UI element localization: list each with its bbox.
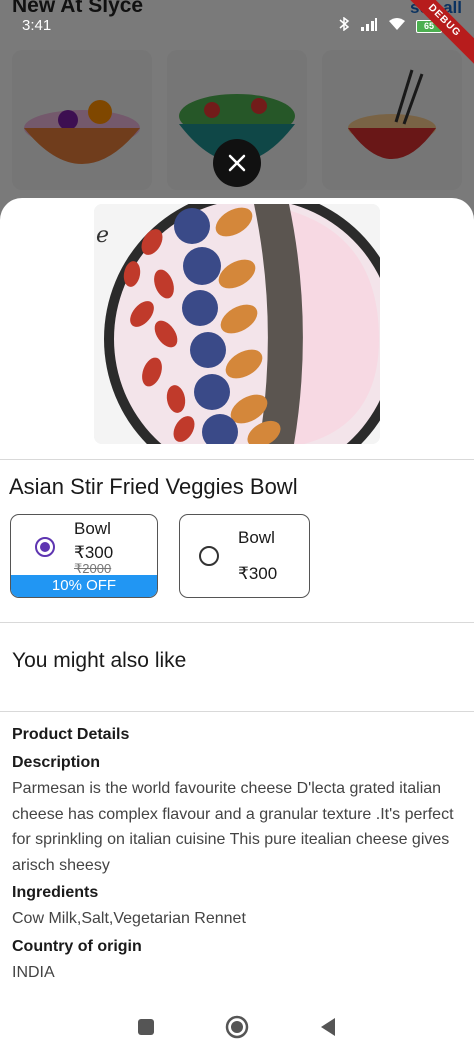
divider xyxy=(0,711,474,712)
recent-apps-icon xyxy=(137,1018,154,1035)
status-bar: 3:41 65 xyxy=(0,0,474,38)
debug-banner: DEBUG xyxy=(404,0,474,70)
ingredients-label: Ingredients xyxy=(12,884,99,901)
variant-price: ₹300 xyxy=(238,564,278,583)
back-icon xyxy=(321,1017,336,1036)
ingredients-text: Cow Milk,Salt,Vegetarian Rennet xyxy=(12,910,246,927)
variant-option-selected[interactable]: Bowl ₹300 ₹2000 10% OFF xyxy=(10,514,158,598)
close-button[interactable] xyxy=(213,139,261,187)
debug-label: DEBUG xyxy=(404,0,474,70)
close-icon xyxy=(228,154,246,172)
product-sheet: e Asian Stir Fried Veggies Bowl Bowl ₹30… xyxy=(0,198,474,1053)
home-button[interactable] xyxy=(225,1015,249,1039)
product-image: e xyxy=(94,204,380,444)
status-time: 3:41 xyxy=(22,17,52,34)
divider xyxy=(0,622,474,623)
back-button[interactable] xyxy=(316,1015,340,1039)
description-text: Parmesan is the world favourite cheese D… xyxy=(12,780,454,874)
also-like-heading: You might also like xyxy=(12,649,187,672)
details-heading: Product Details xyxy=(12,726,130,743)
product-title: Asian Stir Fried Veggies Bowl xyxy=(9,474,298,499)
description-label: Description xyxy=(12,754,101,771)
navigation-bar xyxy=(0,1000,474,1053)
origin-text: INDIA xyxy=(12,963,55,981)
home-icon xyxy=(225,1015,249,1038)
recent-apps-button[interactable] xyxy=(134,1015,158,1039)
variant-name: Bowl xyxy=(74,519,111,538)
variant-price: ₹300 xyxy=(74,543,114,562)
variant-option[interactable]: Bowl ₹300 xyxy=(179,514,310,598)
signal-icon xyxy=(360,17,378,35)
discount-badge: 10% OFF xyxy=(11,575,157,597)
variant-name: Bowl xyxy=(238,528,275,547)
radio-selected-icon[interactable] xyxy=(35,537,55,557)
bluetooth-icon xyxy=(338,16,350,35)
product-details: Product Details Description Parmesan is … xyxy=(12,726,464,991)
divider xyxy=(0,459,474,460)
origin-label: Country of origin xyxy=(12,937,142,955)
radio-unselected-icon[interactable] xyxy=(199,546,219,566)
svg-text:e: e xyxy=(96,223,109,248)
